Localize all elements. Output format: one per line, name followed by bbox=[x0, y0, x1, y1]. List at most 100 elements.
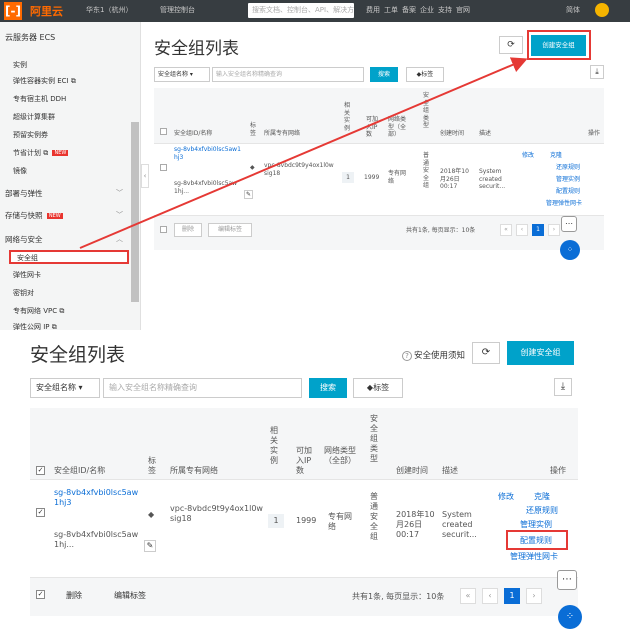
vpc-id[interactable]: vpc-8vbdc9t9y4ox1l0wsig18 bbox=[264, 162, 334, 177]
sidebar-item-vpc[interactable]: 专有网络 VPC ⧉ bbox=[13, 306, 64, 316]
edit-name-icon[interactable]: ✎ bbox=[144, 540, 156, 552]
tag-icon[interactable]: ◆ bbox=[148, 510, 154, 520]
nav-support[interactable]: 支持 bbox=[438, 5, 452, 15]
manage-eni-link[interactable]: 管理弹性网卡 bbox=[510, 552, 558, 562]
sidebar-title[interactable]: 云服务器 ECS bbox=[5, 32, 55, 43]
sidebar-item-images[interactable]: 镜像 bbox=[13, 166, 27, 176]
delete-button[interactable]: 删除 bbox=[174, 223, 202, 237]
sidebar-item-eci[interactable]: 弹性容器实例 ECI ⧉ bbox=[13, 76, 76, 86]
sidebar-item-security-group[interactable]: 安全组 bbox=[9, 250, 129, 264]
filter-select-value: 安全组名称 bbox=[36, 383, 76, 392]
edit-tags-button[interactable]: 编辑标签 bbox=[98, 586, 162, 606]
sidebar-item-eni[interactable]: 弹性网卡 bbox=[13, 270, 41, 280]
security-notice-link[interactable]: ? 安全使用须知 bbox=[402, 349, 465, 361]
related-instances-count[interactable]: 1 bbox=[342, 172, 354, 183]
apps-grid-icon[interactable]: ⁘ bbox=[558, 605, 582, 629]
console-link[interactable]: 管理控制台 bbox=[160, 5, 195, 15]
security-group-id-link[interactable]: sg-8vb4xfvbi0lsc5aw1hj3 bbox=[54, 488, 142, 508]
nav-enterprise[interactable]: 企业 bbox=[420, 5, 434, 15]
chevron-up-icon[interactable]: ︿ bbox=[116, 234, 123, 244]
page-current[interactable]: 1 bbox=[504, 588, 520, 604]
apps-grid-icon[interactable]: ⁘ bbox=[560, 240, 580, 260]
page-current[interactable]: 1 bbox=[532, 224, 544, 236]
export-icon[interactable]: ⤓ bbox=[590, 65, 604, 79]
nav-ticket[interactable]: 工单 bbox=[384, 5, 398, 15]
chevron-down-icon[interactable]: ﹀ bbox=[116, 210, 123, 220]
sidebar-item-savings[interactable]: 节省计划 ⧉ NEW bbox=[13, 148, 69, 158]
page-next-icon[interactable]: › bbox=[526, 588, 542, 604]
edit-tags-button[interactable]: 编辑标签 bbox=[208, 223, 252, 237]
search-button[interactable]: 搜索 bbox=[370, 67, 398, 82]
sidebar-group-network[interactable]: 网络与安全 bbox=[5, 234, 43, 245]
manage-instances-link[interactable]: 管理实例 bbox=[520, 520, 552, 530]
restore-rules-link[interactable]: 还原规则 bbox=[556, 164, 580, 172]
table-header: 安全组ID/名称 标签 所属专有网络 相关实例 可加入IP数 网络类型（全部） … bbox=[154, 88, 604, 144]
related-instances-count[interactable]: 1 bbox=[268, 514, 284, 528]
page-next-icon[interactable]: › bbox=[548, 224, 560, 236]
manage-eni-link[interactable]: 管理弹性网卡 bbox=[546, 200, 582, 208]
footer-select-checkbox[interactable]: ✓ bbox=[36, 590, 45, 599]
search-input[interactable]: 输入安全组名称精确查询 bbox=[103, 378, 302, 398]
refresh-button[interactable]: ⟳ bbox=[472, 342, 500, 364]
col-group-type: 安全组类型 bbox=[370, 414, 378, 463]
nav-site[interactable]: 官网 bbox=[456, 5, 470, 15]
row-checkbox[interactable] bbox=[160, 164, 167, 171]
search-button[interactable]: 搜索 bbox=[309, 378, 347, 398]
filter-select[interactable]: 安全组名称 ▾ bbox=[30, 378, 100, 398]
page-prev-icon[interactable]: ‹ bbox=[482, 588, 498, 604]
tag-filter-button[interactable]: ◆标签 bbox=[406, 67, 444, 82]
create-security-group-button[interactable]: 创建安全组 bbox=[507, 341, 574, 365]
nav-lang[interactable]: 简体 bbox=[566, 5, 580, 15]
sidebar-item-ddh[interactable]: 专有宿主机 DDH bbox=[13, 94, 66, 104]
sidebar: 云服务器 ECS 实例 弹性容器实例 ECI ⧉ 专有宿主机 DDH 超级计算集… bbox=[0, 22, 141, 330]
sidebar-scrollbar[interactable] bbox=[131, 122, 139, 302]
page-first-icon[interactable]: « bbox=[500, 224, 512, 236]
sidebar-collapse-icon[interactable]: ‹ bbox=[141, 164, 149, 188]
export-icon[interactable]: ⤓ bbox=[554, 378, 572, 396]
select-all-checkbox[interactable] bbox=[160, 128, 167, 135]
created-time: 2018年10月26日 00:17 bbox=[440, 168, 469, 190]
tag-icon[interactable]: ◆ bbox=[250, 164, 255, 172]
select-all-checkbox[interactable]: ✓ bbox=[36, 466, 45, 475]
filter-select[interactable]: 安全组名称 ▾ bbox=[154, 67, 210, 82]
restore-rules-link[interactable]: 还原规则 bbox=[526, 506, 558, 516]
chevron-down-icon[interactable]: ﹀ bbox=[116, 188, 123, 198]
edit-name-icon[interactable]: ✎ bbox=[244, 190, 253, 199]
col-id-name: 安全组ID/名称 bbox=[174, 130, 213, 137]
chat-icon[interactable]: ⋯ bbox=[561, 216, 577, 232]
aliyun-logo-icon[interactable]: [-] bbox=[4, 2, 22, 20]
sidebar-group-storage[interactable]: 存储与快照 NEW bbox=[5, 210, 63, 221]
chat-icon[interactable]: ⋯ bbox=[557, 570, 577, 590]
page-first-icon[interactable]: « bbox=[460, 588, 476, 604]
search-input[interactable]: 输入安全组名称精确查询 bbox=[212, 67, 364, 82]
sidebar-item-keypair[interactable]: 密钥对 bbox=[13, 288, 34, 298]
manage-instances-link[interactable]: 管理实例 bbox=[556, 176, 580, 184]
sidebar-item-reserved[interactable]: 预留实例券 bbox=[13, 130, 48, 140]
table-row: sg-8vb4xfvbi0lsc5aw1hj3 sg-8vb4xfvbi0lsc… bbox=[154, 144, 604, 216]
avatar[interactable] bbox=[595, 3, 609, 17]
sidebar-item-eip[interactable]: 弹性公网 IP ⧉ bbox=[13, 322, 57, 330]
clone-link[interactable]: 克隆 bbox=[550, 152, 562, 160]
delete-button[interactable]: 删除 bbox=[56, 586, 92, 606]
vpc-id[interactable]: vpc-8vbdc9t9y4ox1l0wsig18 bbox=[170, 504, 265, 524]
refresh-button[interactable]: ⟳ bbox=[499, 36, 523, 54]
top-screenshot: [-] 阿里云 华东1（杭州） 管理控制台 搜索文档、控制台、API、解决方案和… bbox=[0, 0, 630, 330]
page-prev-icon[interactable]: ‹ bbox=[516, 224, 528, 236]
region-selector[interactable]: 华东1（杭州） bbox=[86, 5, 132, 15]
security-group-id-link[interactable]: sg-8vb4xfvbi0lsc5aw1hj3 bbox=[174, 146, 242, 161]
nav-fee[interactable]: 费用 bbox=[366, 5, 380, 15]
col-network-type: 网络类型（全部） bbox=[324, 446, 356, 465]
sidebar-item-instances[interactable]: 实例 bbox=[13, 60, 27, 70]
configure-rules-link[interactable]: 配置规则 bbox=[556, 188, 580, 196]
brand-name[interactable]: 阿里云 bbox=[30, 3, 63, 19]
footer-select-checkbox[interactable] bbox=[160, 226, 167, 233]
sidebar-item-scc[interactable]: 超级计算集群 bbox=[13, 112, 55, 122]
nav-icp[interactable]: 备案 bbox=[402, 5, 416, 15]
global-search-input[interactable]: 搜索文档、控制台、API、解决方案和资源 bbox=[248, 3, 354, 18]
modify-link[interactable]: 修改 bbox=[498, 492, 514, 502]
clone-link[interactable]: 克隆 bbox=[534, 492, 550, 502]
row-checkbox[interactable]: ✓ bbox=[36, 508, 45, 517]
tag-filter-button[interactable]: ◆标签 bbox=[353, 378, 403, 398]
sidebar-group-deploy[interactable]: 部署与弹性 bbox=[5, 188, 43, 199]
modify-link[interactable]: 修改 bbox=[522, 152, 534, 160]
